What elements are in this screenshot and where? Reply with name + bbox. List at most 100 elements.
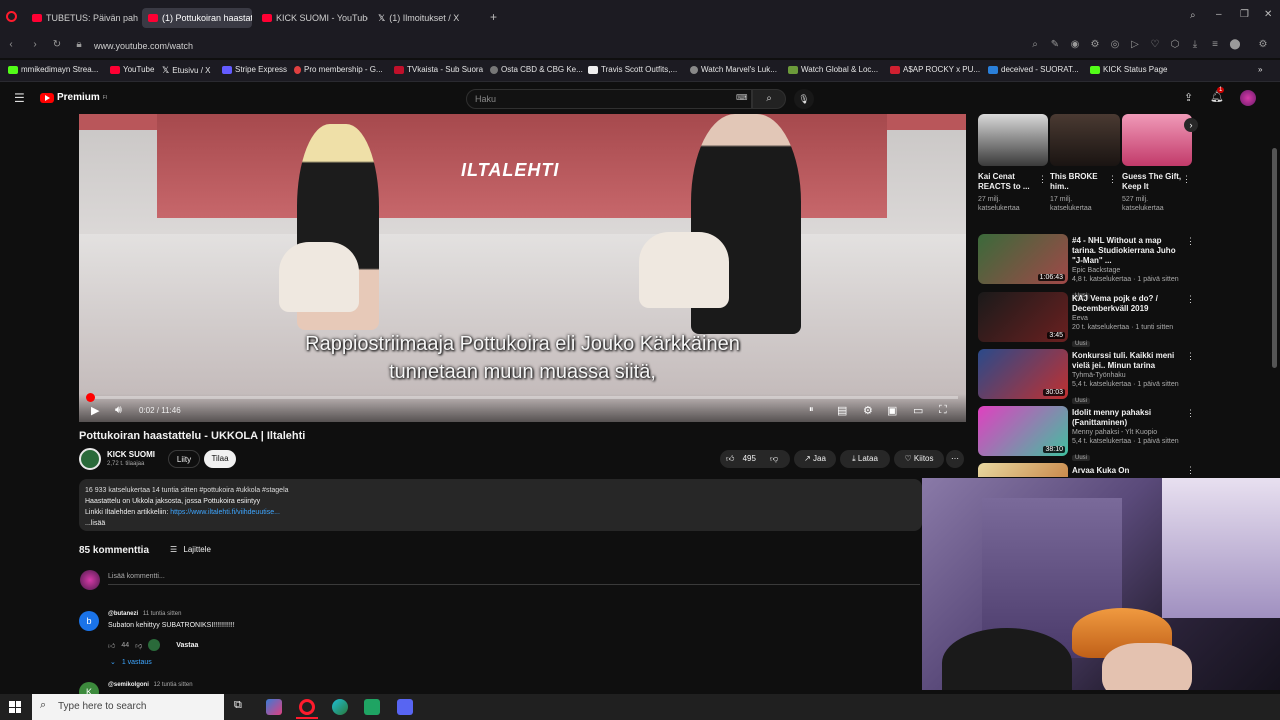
comment-author[interactable]: @butanezi <box>108 611 138 617</box>
progress-bar[interactable] <box>86 393 958 402</box>
more-actions-button[interactable]: ⋯ <box>946 450 964 468</box>
menu-icon[interactable]: ≡ <box>1208 38 1222 52</box>
video-thumbnail[interactable] <box>1050 114 1120 166</box>
video-thumbnail[interactable] <box>978 114 1048 166</box>
download-icon[interactable]: ⤓ <box>1188 38 1202 52</box>
more-options-icon[interactable]: ⋮ <box>1182 174 1191 185</box>
video-channel[interactable]: Menny pahaksi - Ylt Kuopio <box>1072 428 1182 437</box>
snapshot-icon[interactable]: ✎ <box>1048 38 1062 52</box>
windows-start-icon[interactable] <box>9 701 21 713</box>
video-channel[interactable]: Eeva <box>1072 314 1182 323</box>
suggestion-item[interactable]: 3:45 KAJ Vema pojk e do? / Decemberkväll… <box>978 292 1195 347</box>
bookmark-item[interactable]: Watch Global & Loc... <box>788 65 878 74</box>
settings-icon[interactable]: ⚙ <box>1256 38 1270 52</box>
bookmark-item[interactable]: deceived - SUORAT... <box>988 65 1079 74</box>
more-options-icon[interactable]: ⋮ <box>1186 465 1194 476</box>
add-comment-input[interactable]: Lisää kommentti... <box>108 573 920 585</box>
description-link[interactable]: https://www.iltalehti.fi/viihdeuutise... <box>170 509 280 516</box>
more-options-icon[interactable]: ⋮ <box>1186 294 1195 305</box>
view-replies-button[interactable]: ⌄ 1 vastaus <box>110 658 152 666</box>
close-icon[interactable]: ✕ <box>1264 9 1272 20</box>
video-thumbnail[interactable] <box>1122 114 1192 166</box>
search-input[interactable]: Haku <box>466 89 752 109</box>
bookmark-item[interactable]: TVkaista - Sub Suora <box>394 65 483 74</box>
video-thumbnail[interactable]: 38:10 <box>978 406 1068 456</box>
avatar[interactable] <box>1240 90 1256 106</box>
reload-icon[interactable]: ↻ <box>50 38 64 52</box>
extension-icon[interactable]: ⚙ <box>1088 38 1102 52</box>
tab-pottukoira[interactable]: (1) Pottukoiran haastattel <box>142 8 252 28</box>
autoplay-toggle[interactable]: ⏸︎ <box>809 404 814 415</box>
hamburger-menu-icon[interactable]: ☰ <box>14 91 25 105</box>
maximize-icon[interactable]: ❐ <box>1240 9 1249 20</box>
video-title[interactable]: This BROKE him.. <box>1050 172 1112 192</box>
video-thumbnail[interactable]: 1:06:43 <box>978 234 1068 284</box>
channel-name[interactable]: KICK SUOMI <box>107 450 155 459</box>
bookmark-item[interactable]: Travis Scott Outfits,... <box>588 65 677 74</box>
suggestion-item[interactable]: 38:10 Idolit menny pahaksi (Fanittaminen… <box>978 406 1195 461</box>
video-channel[interactable]: Tyhmä-Työnhaku <box>1072 371 1182 380</box>
scrubber-handle[interactable] <box>86 393 95 402</box>
thumbs-down-icon[interactable]: 👎︎ <box>770 450 778 468</box>
download-button[interactable]: ⤓ Lataa <box>840 450 890 468</box>
discord-icon[interactable] <box>397 699 413 715</box>
bookmark-item[interactable]: Osta CBD & CBG Ke... <box>490 65 583 74</box>
channel-avatar[interactable] <box>79 448 101 470</box>
video-thumbnail[interactable]: 30:03 <box>978 349 1068 399</box>
keyboard-icon[interactable]: ⌨ <box>736 93 748 102</box>
settings-icon[interactable]: ⚙ <box>863 404 873 417</box>
suggestion-item[interactable]: 1:06:43 #4 - NHL Without a map tarina. S… <box>978 234 1195 299</box>
youtube-logo[interactable]: Premium FI <box>40 92 107 103</box>
bookmark-item[interactable]: YouTube <box>110 65 154 74</box>
app-icon[interactable] <box>266 699 282 715</box>
volume-icon[interactable]: 🔊︎ <box>115 404 122 417</box>
video-title[interactable]: Konkurssi tuli. Kaikki meni vielä jei.. … <box>1072 351 1182 371</box>
comment-author[interactable]: @semikolgoni <box>108 682 149 688</box>
comment-avatar[interactable]: b <box>79 611 99 631</box>
bookmarks-overflow-icon[interactable]: » <box>1258 65 1262 74</box>
voice-search-button[interactable]: 🎙︎ <box>794 89 814 109</box>
show-more-link[interactable]: ...lisää <box>85 518 916 529</box>
video-title[interactable]: KAJ Vema pojk e do? / Decemberkväll 2019 <box>1072 294 1182 314</box>
theater-mode-icon[interactable]: ▭ <box>913 404 923 417</box>
video-title[interactable]: Idolit menny pahaksi (Fanittaminen) <box>1072 408 1182 428</box>
opera-icon[interactable] <box>299 699 315 715</box>
comment-time[interactable]: 11 tuntia sitten <box>143 611 182 617</box>
play-icon[interactable]: ▶ <box>91 404 99 417</box>
captions-icon[interactable]: ▤ <box>837 404 847 417</box>
bookmark-item[interactable]: mmikedimayn Strea... <box>8 65 98 74</box>
back-icon[interactable]: ‹ <box>4 38 18 52</box>
more-options-icon[interactable]: ⋮ <box>1186 351 1195 362</box>
video-thumbnail[interactable] <box>978 463 1068 477</box>
video-channel[interactable]: Epic Backstage <box>1072 266 1182 275</box>
more-options-icon[interactable]: ⋮ <box>1108 174 1117 185</box>
search-button[interactable]: ⌕ <box>752 89 786 109</box>
bookmark-item[interactable]: Watch Marvel's Luk... <box>690 65 777 74</box>
search-tabs-icon[interactable]: ⌕ <box>1190 10 1196 21</box>
like-button[interactable]: 👍︎ 495 👎︎ <box>720 450 790 468</box>
bookmark-item[interactable]: KICK Status Page <box>1090 65 1167 74</box>
join-button[interactable]: Liity <box>168 450 200 468</box>
more-options-icon[interactable]: ⋮ <box>1038 174 1047 185</box>
sort-comments-button[interactable]: ☰ Lajittele <box>170 545 211 554</box>
suggestion-item[interactable]: 30:03 Konkurssi tuli. Kaikki meni vielä … <box>978 349 1195 404</box>
forward-icon[interactable]: › <box>28 38 42 52</box>
notifications-button[interactable]: 🔔︎ 1 <box>1210 87 1225 103</box>
search-icon[interactable]: ⌕ <box>1028 38 1042 52</box>
thanks-button[interactable]: ♡ Kiitos <box>894 450 944 468</box>
next-arrow-icon[interactable]: › <box>1184 118 1198 132</box>
comment-time[interactable]: 12 tuntia sitten <box>154 682 193 688</box>
bookmark-item[interactable]: Pro membership - G... <box>294 65 383 74</box>
tab-tubetus[interactable]: TUBETUS: Päivän pahi <box>26 8 138 28</box>
heart-icon[interactable]: ♡ <box>1148 38 1162 52</box>
more-options-icon[interactable]: ⋮ <box>1186 236 1195 247</box>
video-description[interactable]: 16 933 katselukertaa 14 tuntia sitten #p… <box>79 479 922 531</box>
suggestion-item[interactable]: Arvaa Kuka On ⋮ <box>978 463 1194 477</box>
vpn-icon[interactable]: ◎ <box>1108 38 1122 52</box>
taskbar-search-input[interactable]: Type here to search <box>32 694 224 720</box>
cube-icon[interactable]: ⬡ <box>1168 38 1182 52</box>
edge-icon[interactable] <box>332 699 348 715</box>
camera-icon[interactable]: ◉ <box>1068 38 1082 52</box>
minimize-icon[interactable]: – <box>1216 9 1222 20</box>
scrollbar[interactable] <box>1272 148 1277 368</box>
